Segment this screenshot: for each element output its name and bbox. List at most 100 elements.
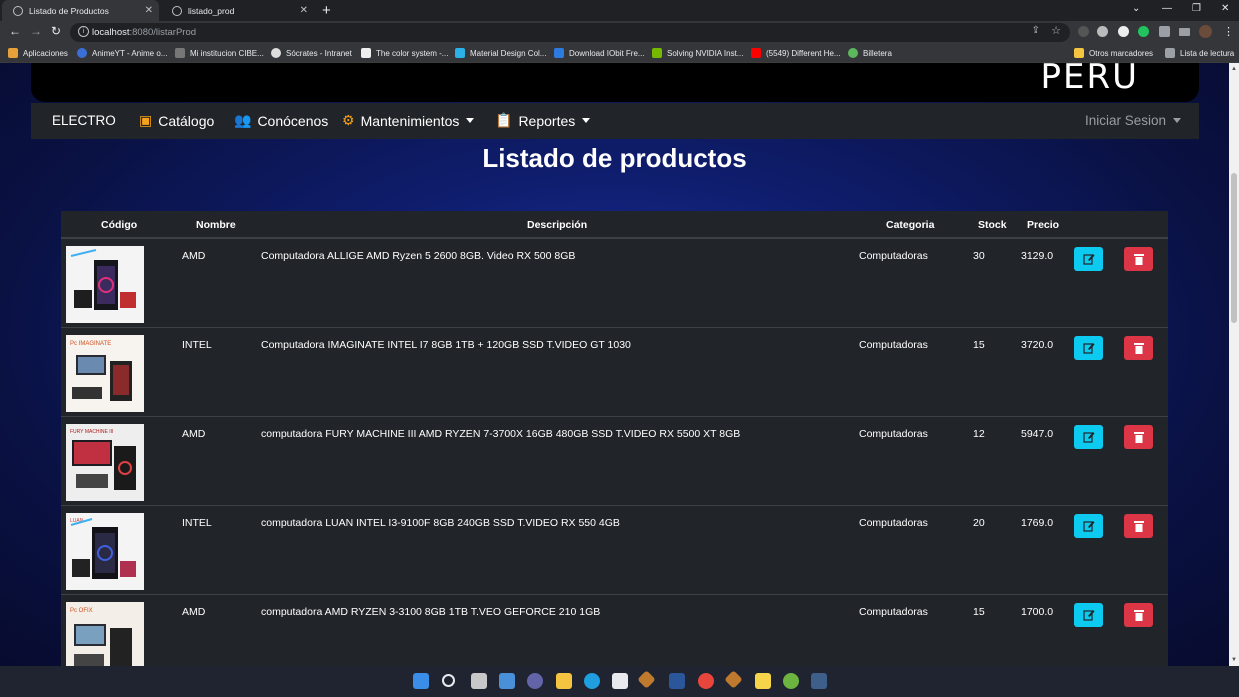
puzzle-icon[interactable]	[1159, 26, 1170, 37]
edit-button[interactable]	[1074, 247, 1103, 271]
store-icon[interactable]	[612, 673, 628, 689]
bookmark-item[interactable]: (5549) Different He...	[751, 48, 841, 58]
bookmarks-bar: Aplicaciones AnimeYT - Anime o... Mi ins…	[0, 44, 1239, 63]
edit-button[interactable]	[1074, 336, 1103, 360]
chat-icon[interactable]	[527, 673, 543, 689]
scroll-up-icon[interactable]: ▲	[1231, 66, 1237, 72]
url-text[interactable]: localhost:8080/listarProd	[92, 27, 196, 38]
product-image: FURY MACHINE III	[66, 424, 144, 501]
site-banner: PERU	[31, 63, 1199, 102]
browser-tab-listado-prod[interactable]: listado_prod ✕	[161, 0, 314, 21]
tab-search-icon[interactable]: ⌄	[1132, 3, 1140, 14]
delete-button[interactable]	[1124, 603, 1153, 627]
new-tab-button[interactable]: +	[322, 2, 331, 19]
trash-icon	[1133, 254, 1144, 265]
start-icon[interactable]	[413, 673, 429, 689]
login-dropdown[interactable]: Iniciar Sesion	[1085, 113, 1181, 128]
bookmark-item[interactable]: Download IObit Fre...	[554, 48, 645, 58]
reading-list[interactable]: Lista de lectura	[1165, 48, 1234, 58]
scrollbar-thumb[interactable]	[1231, 173, 1237, 323]
delete-button[interactable]	[1124, 336, 1153, 360]
header-name: Nombre	[196, 219, 236, 231]
bookmark-other[interactable]: Otros marcadores	[1074, 48, 1153, 58]
spring-icon[interactable]	[783, 673, 799, 689]
extension-icon[interactable]	[1118, 26, 1129, 37]
task-view-icon[interactable]	[471, 673, 487, 689]
close-icon[interactable]: ✕	[145, 5, 153, 16]
apps-grid-icon	[8, 48, 18, 58]
reading-list-icon	[1165, 48, 1175, 58]
media-queue-icon[interactable]	[1179, 28, 1190, 36]
word-icon[interactable]	[669, 673, 685, 689]
app-icon[interactable]	[811, 673, 827, 689]
nav-label: Catálogo	[158, 112, 215, 129]
search-icon[interactable]	[442, 674, 455, 687]
bookmark-label: Material Design Col...	[470, 48, 547, 58]
caret-down-icon	[582, 118, 591, 123]
edit-icon	[1082, 254, 1094, 265]
navbar-brand[interactable]: ELECTRO	[52, 113, 116, 128]
bookmark-item[interactable]: Sócrates - Intranet	[271, 48, 352, 58]
delete-button[interactable]	[1124, 425, 1153, 449]
restore-button[interactable]: ❐	[1192, 3, 1201, 14]
reload-icon[interactable]: ↻	[51, 24, 61, 38]
table-row: FURY MACHINE III AMD computadora FURY MA…	[61, 418, 1168, 506]
edit-button[interactable]	[1074, 425, 1103, 449]
app-icon[interactable]	[637, 670, 656, 689]
address-bar[interactable]: i localhost:8080/listarProd ⇪ ☆	[70, 23, 1070, 42]
product-image: LUAN	[66, 513, 144, 590]
sticky-notes-icon[interactable]	[755, 673, 771, 689]
image-label: FURY MACHINE III	[70, 429, 113, 435]
bookmark-item[interactable]: The color system -...	[361, 48, 448, 58]
bookmark-item[interactable]: Material Design Col...	[455, 48, 546, 58]
widgets-icon[interactable]	[499, 673, 515, 689]
bookmark-apps[interactable]: Aplicaciones	[8, 48, 68, 58]
browser-tab-listado-productos[interactable]: Listado de Productos ✕	[2, 0, 159, 21]
product-category: Computadoras	[859, 606, 928, 618]
product-stock: 15	[973, 606, 985, 618]
table-row: LUAN INTEL computadora LUAN INTEL I3-910…	[61, 507, 1168, 595]
app-icon[interactable]	[724, 670, 743, 689]
delete-button[interactable]	[1124, 514, 1153, 538]
window-close-button[interactable]: ✕	[1221, 3, 1229, 14]
delete-button[interactable]	[1124, 247, 1153, 271]
nav-catalog[interactable]: ▣ Catálogo	[139, 112, 214, 129]
close-icon[interactable]: ✕	[300, 5, 308, 16]
bookmark-item[interactable]: Billetera	[848, 48, 892, 58]
product-description: computadora LUAN INTEL I3-9100F 8GB 240G…	[261, 517, 620, 529]
extension-icon[interactable]	[1097, 26, 1108, 37]
site-icon	[455, 48, 465, 58]
bookmark-star-icon[interactable]: ☆	[1051, 24, 1061, 37]
menu-icon[interactable]: ⋮	[1223, 25, 1234, 38]
minimize-button[interactable]: —	[1162, 3, 1172, 14]
bookmark-item[interactable]: Mi institucion CIBE...	[175, 48, 264, 58]
nav-about[interactable]: 👥 Conócenos	[234, 112, 328, 129]
trash-icon	[1133, 432, 1144, 443]
site-icon	[361, 48, 371, 58]
extension-icon[interactable]	[1078, 26, 1089, 37]
edge-icon[interactable]	[584, 673, 600, 689]
info-icon[interactable]: i	[78, 26, 89, 37]
share-icon[interactable]: ⇪	[1032, 25, 1040, 36]
nvidia-icon	[652, 48, 662, 58]
nav-reports-dropdown[interactable]: 📋 Reportes	[495, 112, 591, 129]
product-stock: 20	[973, 517, 985, 529]
bookmark-item[interactable]: Solving NVIDIA Inst...	[652, 48, 743, 58]
avatar[interactable]	[1199, 25, 1212, 38]
back-icon[interactable]: ←	[9, 24, 21, 38]
scroll-down-icon[interactable]: ▼	[1231, 657, 1237, 663]
globe-icon	[271, 48, 281, 58]
nav-label: Mantenimientos	[360, 112, 460, 129]
edit-button[interactable]	[1074, 603, 1103, 627]
file-explorer-icon[interactable]	[556, 673, 572, 689]
extension-icon[interactable]	[1138, 26, 1149, 37]
nav-maintenance-dropdown[interactable]: ⚙ Mantenimientos	[342, 112, 475, 129]
chrome-icon[interactable]	[698, 673, 714, 689]
product-image: Pc IMAGINATE	[66, 335, 144, 412]
page-scrollbar[interactable]: ▲ ▼	[1229, 63, 1239, 666]
edit-button[interactable]	[1074, 514, 1103, 538]
product-description: Computadora IMAGINATE INTEL I7 8GB 1TB +…	[261, 339, 631, 351]
globe-icon	[13, 5, 23, 16]
forward-icon[interactable]: →	[30, 24, 42, 38]
bookmark-item[interactable]: AnimeYT - Anime o...	[77, 48, 167, 58]
